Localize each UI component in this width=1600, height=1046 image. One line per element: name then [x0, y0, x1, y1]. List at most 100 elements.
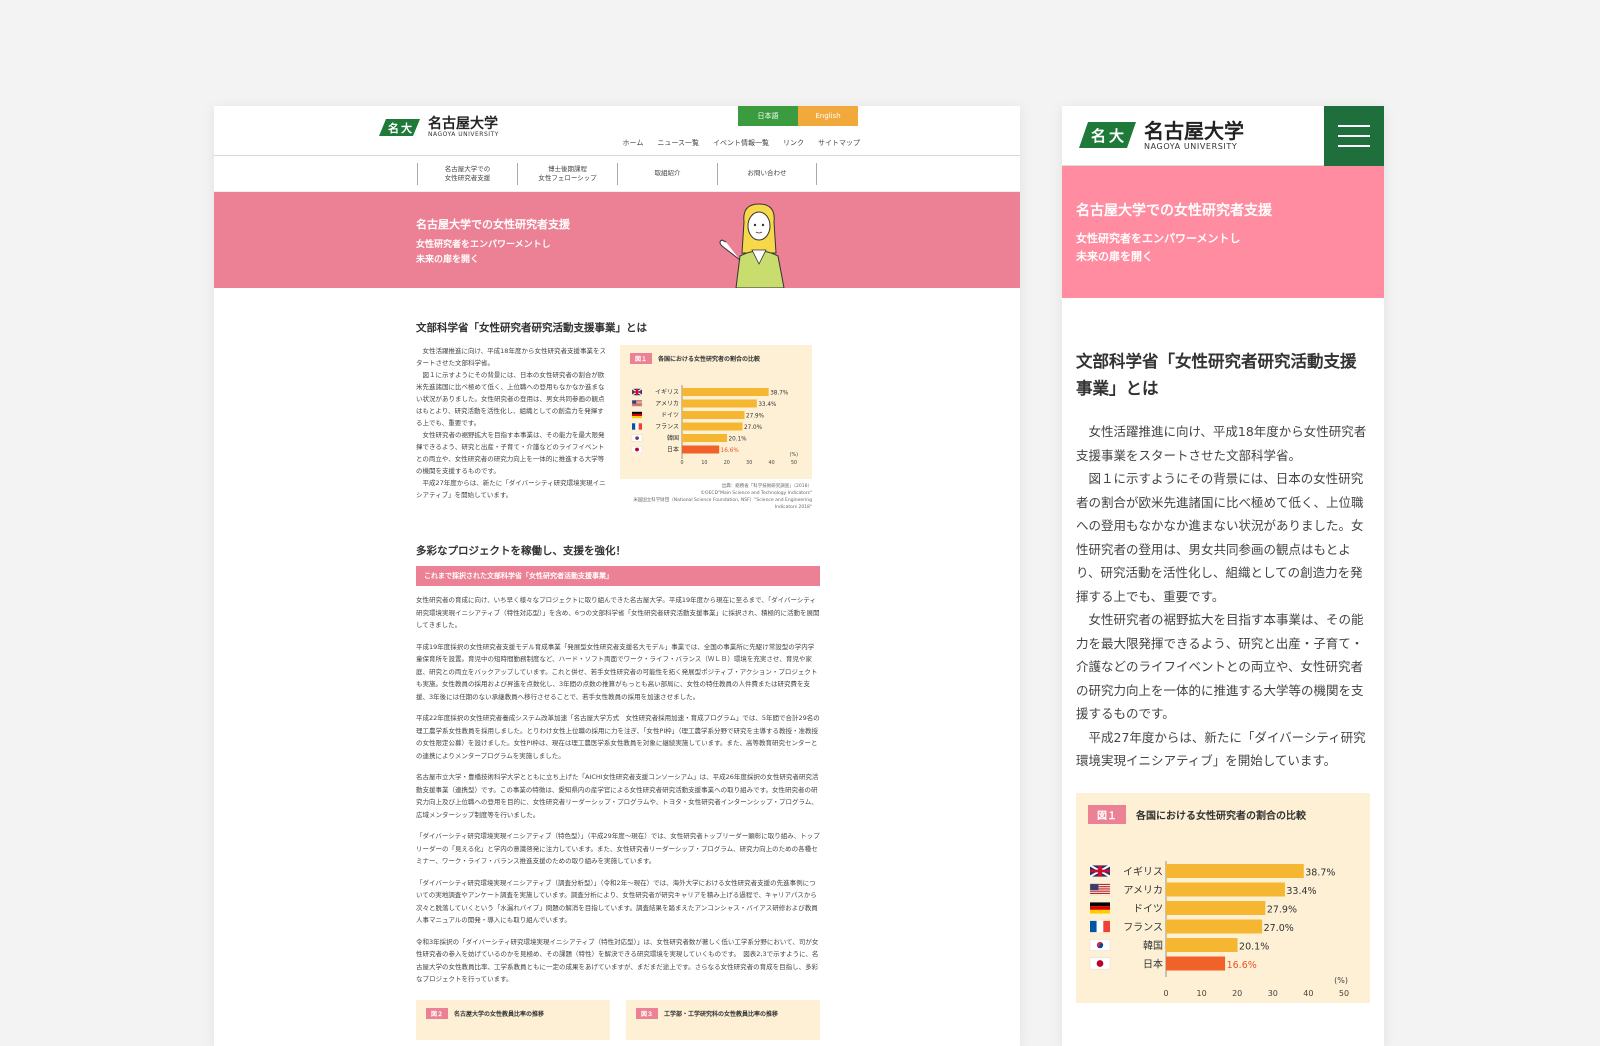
- figure1-header: 図１ 各国における女性研究者の割合の比較: [630, 353, 802, 364]
- desktop-header: 名 大 名古屋大学 NAGOYA UNIVERSITY 日本語 English …: [214, 106, 1020, 156]
- subnav-contact[interactable]: お問い合わせ: [717, 162, 817, 185]
- chart-bar: [1166, 863, 1304, 878]
- chart-bar: [1166, 937, 1238, 952]
- nav-home[interactable]: ホーム: [623, 138, 644, 148]
- logo[interactable]: 名 大 名古屋大学 NAGOYA UNIVERSITY: [376, 116, 499, 140]
- section2-heading: 多彩なプロジェクトを稼働し、支援を強化！: [416, 545, 626, 557]
- jp-flag-icon: [631, 446, 643, 453]
- intro-paragraph: 平成27年度からは、新たに「ダイバーシティ研究環境実現イニシアティブ」を開始して…: [416, 479, 606, 499]
- figure3-tag: 図３: [636, 1007, 659, 1019]
- chart-category-label: フランス: [1123, 921, 1163, 933]
- figure3: 図３ 工学部・工学研究科の女性教員比率の推移: [626, 999, 820, 1040]
- mobile-main: 文部科学省「女性研究者研究活動支援事業」とは 女性活躍推進に向け、平成18年度か…: [1062, 298, 1384, 1003]
- body-paragraph: 「ダイバーシティ研究環境実現イニシアティブ（特色型）」（平成29年度〜現在）では…: [416, 832, 820, 865]
- university-logo-icon: 名 大: [379, 119, 420, 136]
- university-logo-icon: 名 大: [1079, 122, 1136, 148]
- figure3-title: 工学部・工学研究科の女性教員比率の推移: [664, 1010, 779, 1018]
- chart-value-label: 38.7%: [1305, 867, 1335, 878]
- chart-bar: [682, 388, 769, 396]
- figure1: 図１ 各国における女性研究者の割合の比較 イギリス 38.7% アメリカ 33.4% ド…: [620, 345, 812, 511]
- figure1-header: 図１ 各国における女性研究者の割合の比較: [1088, 804, 1358, 824]
- chart-value-label: 38.7%: [770, 391, 789, 397]
- body-paragraph: 名古屋市立大学・豊橋技術科学大学とともに立ち上げた「AICHI女性研究者支援コン…: [416, 773, 819, 819]
- figure1-mobile: 図１ 各国における女性研究者の割合の比較 イギリス 38.7% アメリカ 33.4% ド…: [1076, 792, 1370, 1003]
- chart-category-label: 日本: [667, 446, 679, 454]
- chart-tick-label: 10: [701, 460, 707, 466]
- intro-paragraph: 図１に示すようにその背景には、日本の女性研究者の割合が欧米先進諸国に比べ極めて低…: [416, 371, 605, 427]
- figure1-box: 図１ 各国における女性研究者の割合の比較 イギリス 38.7% アメリカ 33.4% ド…: [620, 345, 812, 479]
- figure1-chart: イギリス 38.7% アメリカ 33.4% ドイツ 27.9% フランス 27.0% 韓国 20.…: [1089, 860, 1349, 998]
- nav-events[interactable]: イベント情報一覧: [713, 138, 769, 148]
- hero-tagline: 女性研究者をエンパワーメントし 未来の扉を開く: [1076, 232, 1241, 263]
- figure2-tag: 図２: [426, 1007, 449, 1019]
- chart-tick-label: 30: [1268, 989, 1278, 998]
- chart-category-label: アメリカ: [655, 401, 679, 408]
- chart-category-label: アメリカ: [1124, 884, 1164, 896]
- body-paragraph: 平成19年度採択の女性研究者支援モデル育成事業「発展型女性研究者支援名大モデル」…: [416, 642, 818, 701]
- chart-category-label: ドイツ: [1133, 903, 1163, 914]
- figure2-title: 名古屋大学の女性教員比率の推移: [454, 1010, 545, 1018]
- section1-heading: 文部科学省「女性研究者研究活動支援事業」とは: [416, 322, 647, 334]
- subnav-fellowship[interactable]: 博士後期課程 女性フェローシップ: [517, 162, 617, 185]
- nav-sitemap[interactable]: サイトマップ: [818, 138, 860, 148]
- desktop-main: 文部科学省「女性研究者研究活動支援事業」とは 女性活躍推進に向け、平成18年度か…: [214, 288, 1020, 1040]
- logo-en: NAGOYA UNIVERSITY: [1144, 141, 1238, 151]
- figure1-chart: イギリス 38.7% アメリカ 33.4% ドイツ 27.9% フランス 27.0% 韓国 20.…: [631, 385, 798, 466]
- nav-news[interactable]: ニュース一覧: [657, 138, 699, 148]
- subnav-support[interactable]: 名古屋大学での 女性研究者支援: [417, 162, 517, 185]
- chart-value-label: 20.1%: [1239, 941, 1269, 952]
- svg-text:名: 名: [1091, 127, 1106, 145]
- chart-tick-label: 10: [1197, 989, 1207, 998]
- chart-category-label: ドイツ: [661, 412, 679, 419]
- chart-unit-label: (%): [1334, 976, 1348, 985]
- chart-tick-label: 0: [680, 460, 683, 466]
- chart-value-label: 20.1%: [729, 437, 748, 443]
- figure1-source: 出典：総務省「科学技術研究調査」（2018） ©OECD"Main Scienc…: [633, 484, 812, 510]
- chart-tick-label: 20: [1232, 989, 1242, 998]
- chart-bar: [682, 445, 720, 454]
- intro-paragraph: 女性研究者の裾野拡大を目指す本事業は、その能力を最大限発揮できるよう、研究と出産…: [416, 431, 605, 475]
- intro-paragraph: 図１に示すようにその背景には、日本の女性研究者の割合が欧米先進諸国に比べ極めて低…: [1076, 471, 1364, 604]
- chart-bar: [682, 434, 728, 442]
- nav-links[interactable]: リンク: [783, 138, 804, 148]
- lang-japanese-button[interactable]: 日本語: [738, 106, 798, 126]
- uk-flag-icon: [631, 388, 643, 396]
- chart-tick-label: 0: [1163, 989, 1168, 998]
- chart-value-label: 27.0%: [744, 425, 763, 431]
- logo-ja: 名古屋大学: [428, 116, 498, 132]
- logo-en: NAGOYA UNIVERSITY: [428, 131, 499, 138]
- svg-text:名: 名: [388, 121, 399, 135]
- subnav-initiatives[interactable]: 取組紹介: [617, 162, 717, 185]
- hamburger-menu-button[interactable]: [1324, 106, 1384, 166]
- mobile-logo[interactable]: 名 大 名古屋大学 NAGOYA UNIVERSITY: [1076, 118, 1244, 152]
- body-paragraph: 平成22年度採択の女性研究者養成システム改革加速「名古屋大学方式 女性研究者採用…: [416, 714, 820, 760]
- kr-flag-icon: [1089, 938, 1111, 951]
- chart-bar: [1166, 919, 1263, 933]
- svg-text:大: 大: [1109, 127, 1124, 145]
- global-nav: ホーム ニュース一覧 イベント情報一覧 リンク サイトマップ: [623, 138, 860, 148]
- intro-paragraph: 平成27年度からは、新たに「ダイバーシティ研究環境実現イニシアティブ」を開始して…: [1076, 729, 1366, 769]
- lang-english-button[interactable]: English: [798, 106, 858, 126]
- body-paragraph: 女性研究者の育成に向け、いち早く様々なプロジェクトに取り組んできた名古屋大学。平…: [416, 596, 820, 629]
- section2-body: 女性研究者の育成に向け、いち早く様々なプロジェクトに取り組んできた名古屋大学。平…: [416, 594, 820, 986]
- chart-bar: [682, 411, 745, 419]
- intro-block: 女性活躍推進に向け、平成18年度から女性研究者支援事業をスタートさせた文部科学省…: [416, 345, 820, 511]
- de-flag-icon: [632, 411, 642, 419]
- mobile-hero: 名古屋大学での女性研究者支援 女性研究者をエンパワーメントし 未来の扉を開く: [1062, 166, 1384, 298]
- hero-title: 名古屋大学での女性研究者支援: [1076, 203, 1272, 219]
- body-paragraph: 「ダイバーシティ研究環境実現イニシアティブ（調査分析型）」（令和2年〜現在）では…: [416, 878, 818, 925]
- body-paragraph: 令和3年採択の「ダイバーシティ研究環境実現イニシアティブ（特性対応型）」は、女性…: [416, 937, 819, 984]
- hero-tagline: 女性研究者をエンパワーメントし 未来の扉を開く: [416, 240, 551, 265]
- mobile-mockup: 名 大 名古屋大学 NAGOYA UNIVERSITY 名古屋大学での女性研究者…: [1062, 106, 1384, 1046]
- woman-illustration-icon: [719, 203, 785, 288]
- figures-row: 図２ 名古屋大学の女性教員比率の推移 図３ 工学部・工学研究科の女性教員比率の推…: [416, 999, 820, 1040]
- figure3-header: 図３ 工学部・工学研究科の女性教員比率の推移: [636, 1007, 810, 1019]
- de-flag-icon: [1090, 901, 1110, 914]
- hero-title: 名古屋大学での女性研究者支援: [416, 218, 570, 231]
- section1-heading: 文部科学省「女性研究者研究活動支援事業」とは: [1076, 352, 1357, 398]
- sub-nav: 名古屋大学での 女性研究者支援 博士後期課程 女性フェローシップ 取組紹介 お問…: [214, 156, 1020, 192]
- chart-tick-label: 40: [1303, 989, 1313, 998]
- chart-category-label: イギリス: [1123, 865, 1163, 877]
- chart-value-label: 33.4%: [758, 402, 777, 408]
- chart-value-label: 16.6%: [721, 448, 740, 454]
